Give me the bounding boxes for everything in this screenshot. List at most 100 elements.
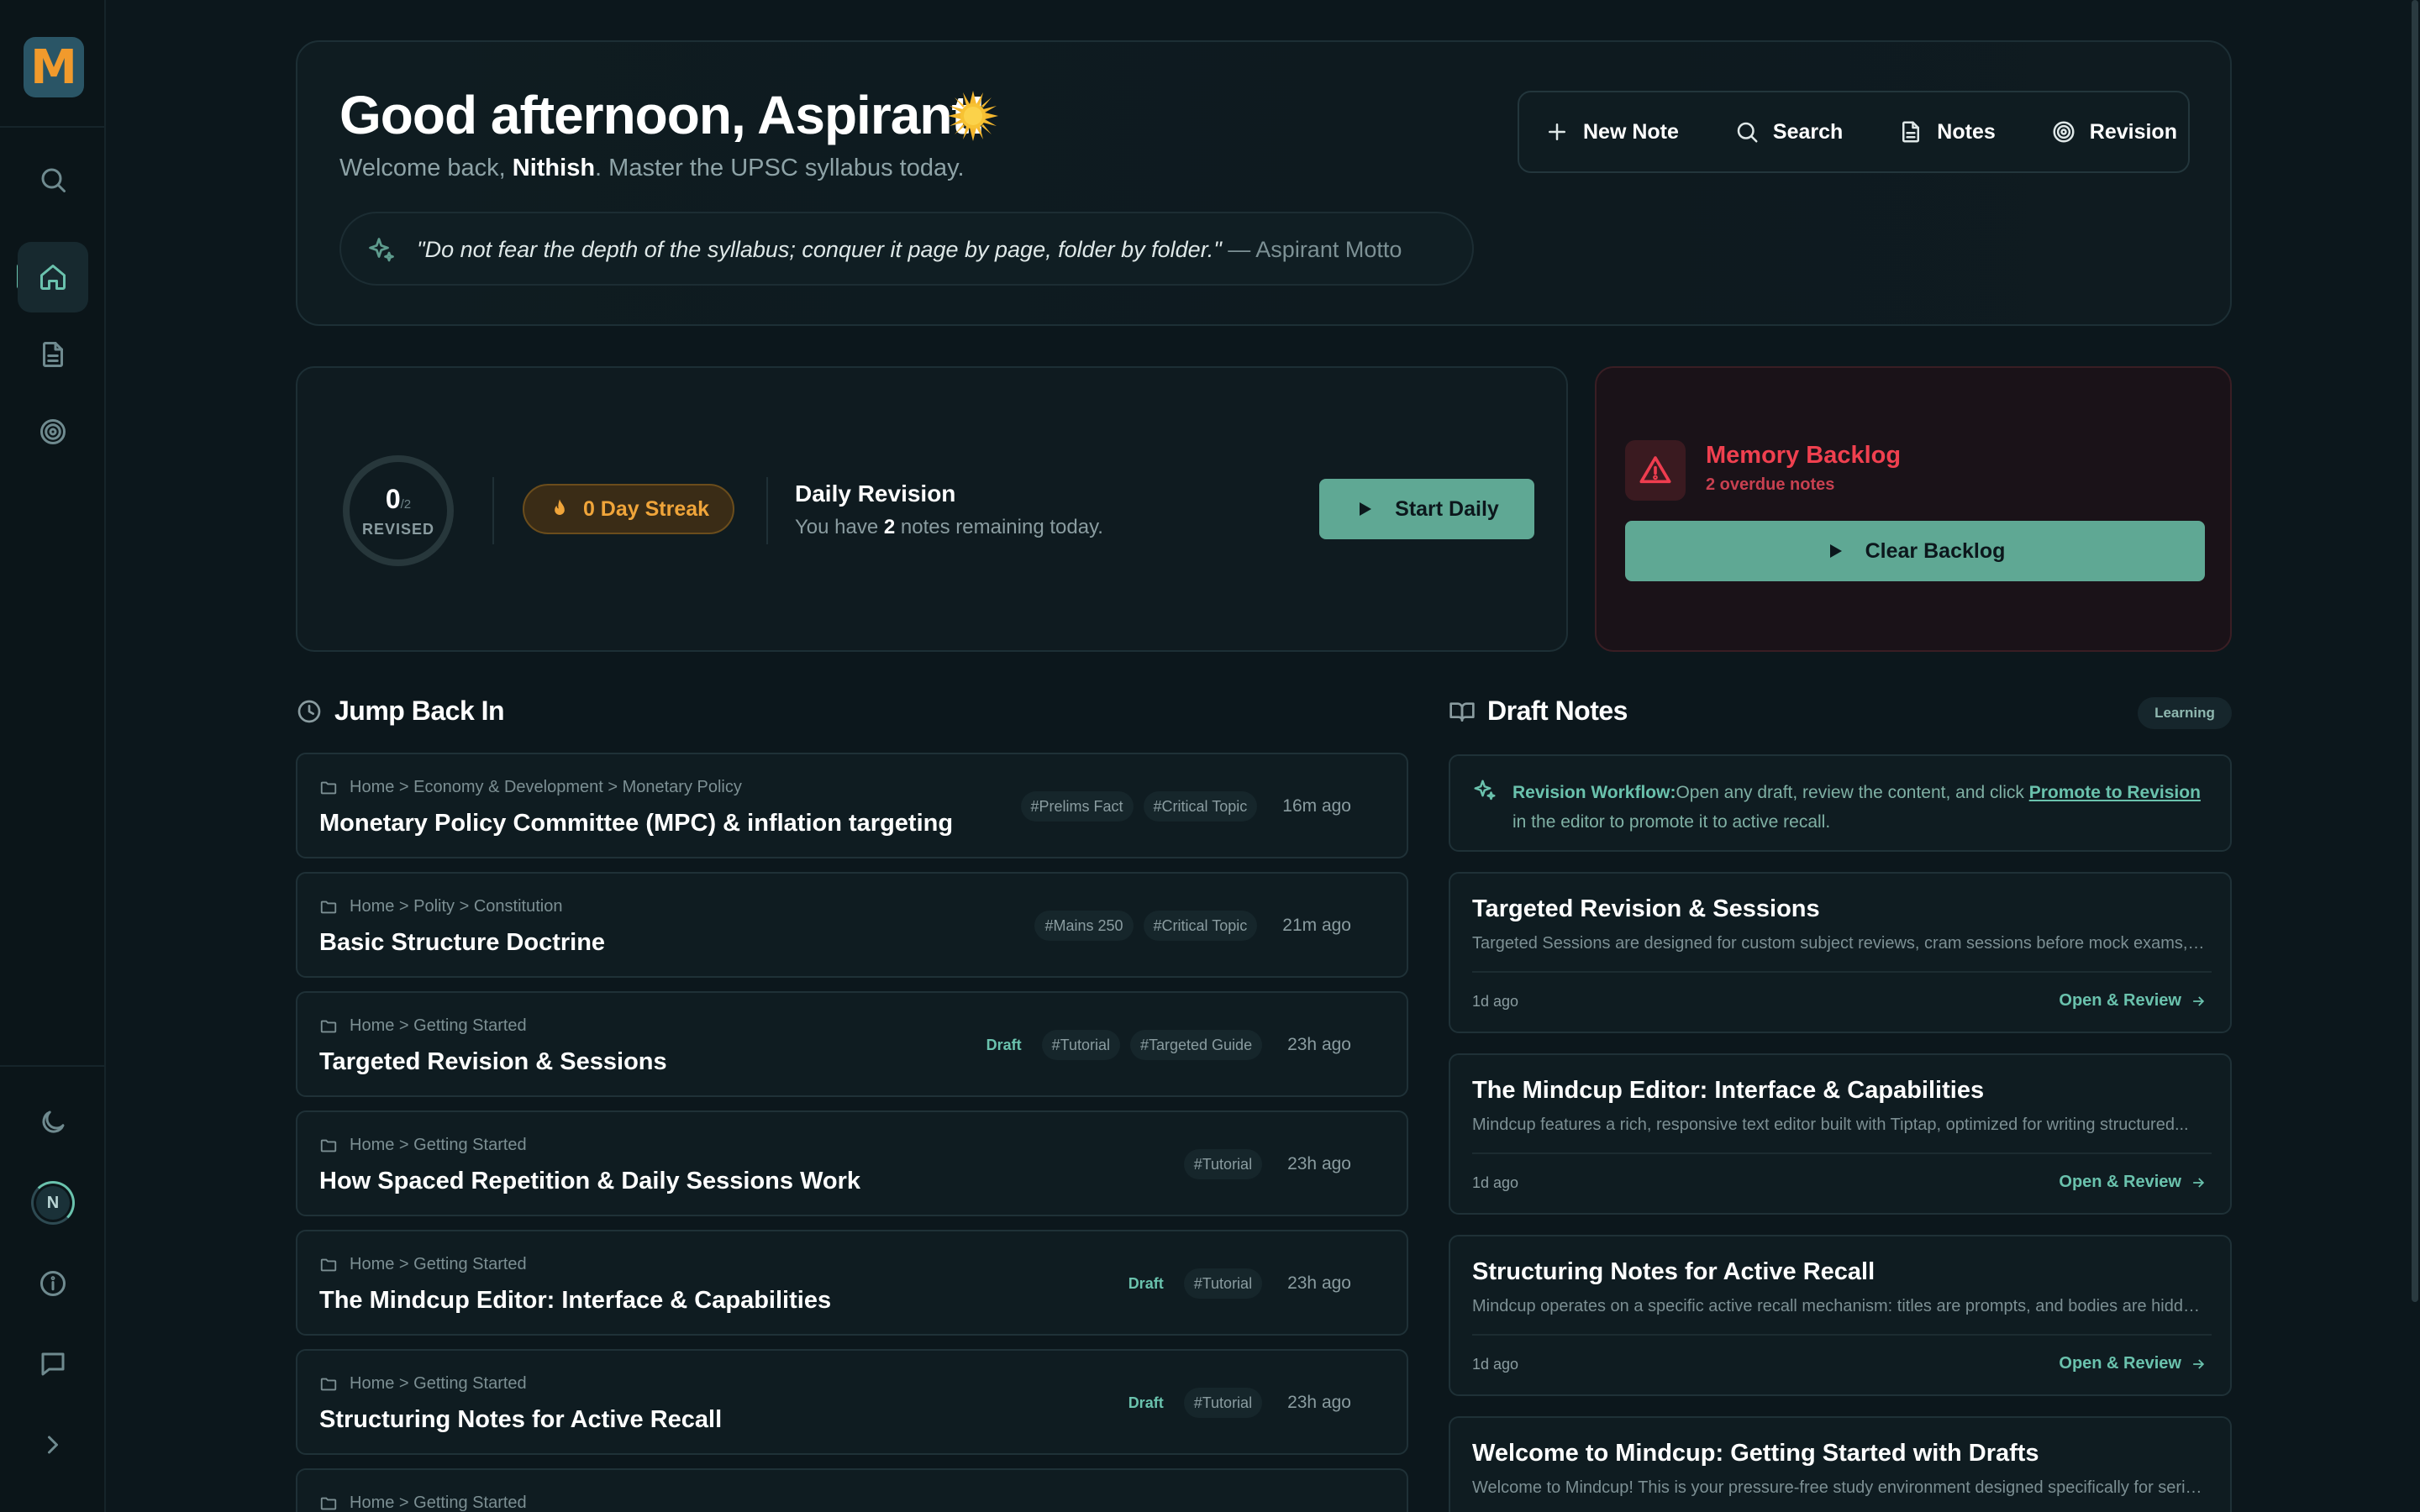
note-tag[interactable]: #Tutorial [1041,1030,1120,1060]
revised-progress-ring: 0/2 REVISED [343,455,454,566]
scrollbar-thumb[interactable] [2412,0,2418,1302]
note-title: How Spaced Repetition & Daily Sessions W… [319,1168,861,1194]
draft-card[interactable]: Targeted Revision & Sessions Targeted Ses… [1449,872,2232,1033]
overdue-count: 2 overdue notes [1706,475,1835,494]
draft-time: 1d ago [1472,1174,1519,1191]
welcome-prefix: Welcome back, [339,155,513,181]
breadcrumb-text: Home > Getting Started [350,1016,527,1035]
note-tag[interactable]: #Targeted Guide [1129,1030,1263,1060]
recent-note-item[interactable]: Home > Getting Started [296,1468,1408,1512]
plus-icon [1549,123,1565,140]
theme-toggle[interactable] [18,1087,88,1158]
open-review-button[interactable]: Open & Review [2059,1173,2207,1192]
open-review-label: Open & Review [2059,1173,2181,1191]
notes-label: Notes [1937,119,1996,144]
breadcrumb-text: Home > Getting Started [350,1374,527,1393]
motto-text: "Do not fear the depth of the syllabus; … [417,237,1402,263]
open-review-button[interactable]: Open & Review [2059,991,2207,1011]
search-button[interactable]: Search [1734,119,1843,144]
home-icon [40,265,66,290]
recent-note-item[interactable]: Home > Economy & Development > Monetary … [296,753,1408,858]
revision-button[interactable]: Revision [2051,119,2177,144]
clear-backlog-label: Clear Backlog [1865,538,2006,563]
revised-count: 0/2 [350,484,447,515]
note-meta: Draft #Tutorial #Targeted Guide 23h ago [966,1030,1351,1060]
motto-box: "Do not fear the depth of the syllabus; … [339,212,1474,286]
user-avatar-ring[interactable]: N [31,1181,75,1225]
breadcrumb-text: Home > Getting Started [350,1136,527,1154]
folder-icon [320,1258,337,1271]
note-title: The Mindcup Editor: Interface & Capabili… [319,1287,832,1314]
draft-badge: Draft [1128,1394,1164,1411]
folder-icon [320,900,337,913]
draft-badge: Draft [1128,1274,1164,1292]
clear-backlog-button[interactable]: Clear Backlog [1625,521,2205,581]
breadcrumb: Home > Getting Started [319,1016,527,1036]
expand-sidebar-button[interactable] [18,1410,88,1480]
recent-note-item[interactable]: Home > Getting Started Structuring Notes … [296,1349,1408,1455]
book-open-icon [1449,701,1475,722]
info-button[interactable] [18,1248,88,1319]
sparkles-icon [369,238,394,262]
search-icon [41,168,66,192]
sidebar-divider [0,1065,106,1067]
draft-description: Mindcup operates on a specific active re… [1472,1297,2208,1315]
folder-icon [320,781,337,794]
document-icon [43,342,63,367]
breadcrumb-text: Home > Economy & Development > Monetary … [350,778,742,796]
workflow-label: Revision Workflow: [1512,783,1676,802]
folder-icon [320,1497,337,1509]
note-meta: #Tutorial 23h ago [1174,1149,1351,1179]
recent-note-item[interactable]: Home > Getting Started How Spaced Repetit… [296,1110,1408,1216]
daily-sub-prefix: You have [795,516,884,538]
remaining-count: 2 [883,516,896,538]
start-daily-button[interactable]: Start Daily [1319,479,1534,539]
note-meta: #Prelims Fact #Critical Topic 16m ago [1011,791,1351,822]
note-tag[interactable]: #Mains 250 [1034,911,1134,941]
draft-title: Targeted Revision & Sessions [1472,895,1820,922]
note-meta: #Mains 250 #Critical Topic 21m ago [1024,911,1351,941]
note-tag[interactable]: #Critical Topic [1143,911,1258,941]
recent-note-item[interactable]: Home > Polity > Constitution Basic Struct… [296,872,1408,978]
hero-card: Good afternoon, Aspirant! Welcome back, … [296,40,2232,326]
target-icon [40,419,66,444]
note-tag[interactable]: #Tutorial [1183,1268,1263,1299]
sparkles-icon [1474,780,1496,801]
revised-label: REVISED [361,521,435,538]
sidebar-item-notes[interactable] [18,319,88,390]
draft-card[interactable]: The Mindcup Editor: Interface & Capabili… [1449,1053,2232,1215]
workflow-text: Revision Workflow:Open any draft, review… [1512,778,2210,837]
open-review-button[interactable]: Open & Review [2059,1354,2207,1373]
moon-icon [42,1110,65,1133]
note-tag[interactable]: #Critical Topic [1143,791,1258,822]
warning-icon [1639,456,1671,484]
sidebar-item-search[interactable] [18,144,88,215]
draft-card[interactable]: Welcome to Mindcup: Getting Started with… [1449,1416,2232,1512]
recent-note-item[interactable]: Home > Getting Started The Mindcup Editor… [296,1230,1408,1336]
app-logo[interactable]: M [24,37,84,97]
draft-title: Welcome to Mindcup: Getting Started with… [1472,1440,2039,1467]
notes-button[interactable]: Notes [1898,119,1996,144]
note-title: Monetary Policy Committee (MPC) & inflat… [319,810,954,837]
sun-icon [948,91,998,141]
note-tag[interactable]: #Tutorial [1183,1388,1263,1418]
recent-note-item[interactable]: Home > Getting Started Targeted Revision … [296,991,1408,1097]
feedback-button[interactable] [18,1329,88,1399]
note-tag[interactable]: #Tutorial [1183,1149,1263,1179]
draft-notes-heading: Draft Notes [1449,696,1628,727]
quick-actions: New Note Search Notes Revision [1518,91,2190,173]
draft-card[interactable]: Structuring Notes for Active Recall Mindc… [1449,1235,2232,1396]
daily-sub-suffix: notes remaining today. [895,516,1103,538]
sidebar-item-revision[interactable] [18,396,88,467]
note-tag[interactable]: #Prelims Fact [1020,791,1134,822]
welcome-suffix: . Master the UPSC syllabus today. [595,155,965,181]
promote-to-revision-link[interactable]: Promote to Revision [2029,783,2201,802]
learning-badge[interactable]: Learning [2138,697,2232,729]
divider [1472,1334,2212,1336]
new-note-label: New Note [1583,119,1679,144]
sidebar-divider [0,126,106,128]
sidebar-item-home[interactable] [18,242,88,312]
avatar: N [36,1186,70,1220]
breadcrumb-text: Home > Getting Started [350,1494,527,1512]
new-note-button[interactable]: New Note [1544,119,1679,144]
